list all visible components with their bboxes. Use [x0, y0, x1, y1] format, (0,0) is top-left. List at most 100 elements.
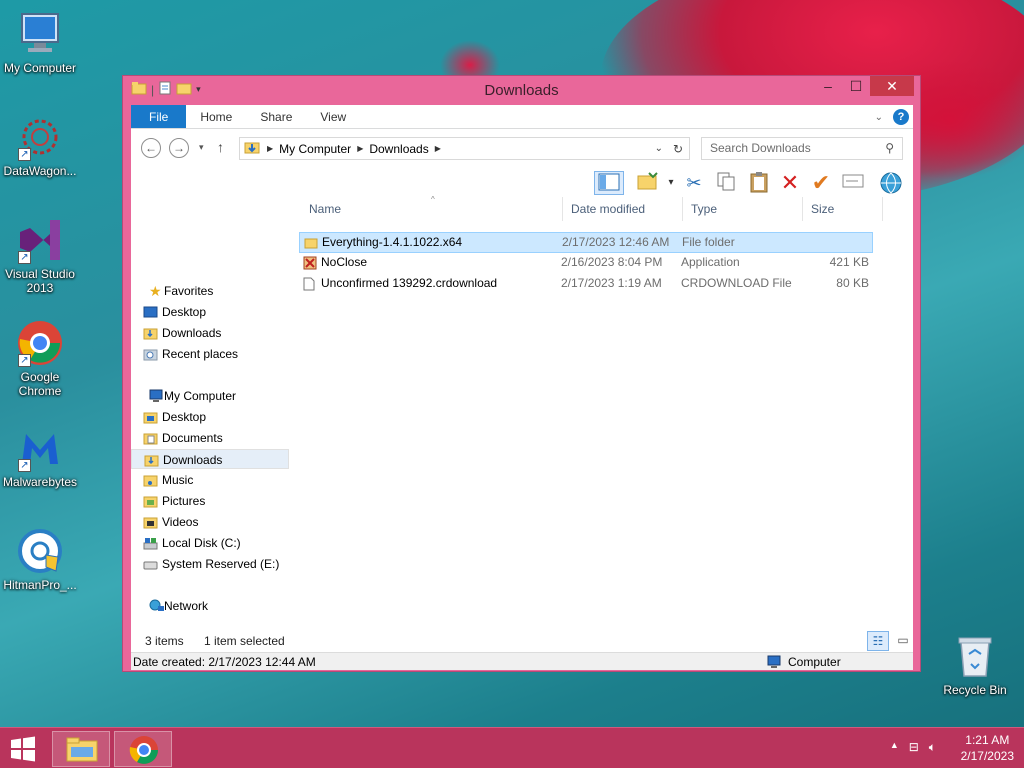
file-type: Application	[681, 255, 740, 269]
nav-item-local-disk[interactable]: Local Disk (C:)	[131, 533, 289, 553]
date-created-info: Date created: 2/17/2023 12:44 AM	[133, 655, 316, 669]
table-row[interactable]: Unconfirmed 139292.crdownload 2/17/2023 …	[299, 274, 873, 295]
search-icon: ⚲	[885, 141, 894, 155]
expand-ribbon-icon[interactable]: ⌄	[875, 112, 883, 123]
show-hidden-icons-icon[interactable]: ▲	[890, 740, 899, 755]
desktop-icon-label: HitmanPro_...	[3, 578, 77, 592]
desktop-icon-visual-studio[interactable]: ↗ Visual Studio 2013	[0, 216, 80, 295]
nav-item-documents[interactable]: Documents	[131, 428, 289, 448]
delete-icon[interactable]: ✕	[778, 171, 802, 195]
details-view-icon[interactable]: ☷	[867, 631, 889, 651]
tab-view[interactable]: View	[306, 105, 360, 128]
maximize-button[interactable]: ☐	[842, 76, 870, 96]
star-icon: ★	[149, 283, 162, 299]
window-title: Downloads	[484, 82, 559, 99]
minimize-button[interactable]: –	[814, 76, 842, 96]
rename-icon[interactable]	[841, 171, 865, 195]
windows-logo-icon	[11, 736, 35, 762]
hitmanpro-icon	[16, 527, 64, 575]
music-folder-icon	[143, 473, 158, 487]
location-info: Computer	[788, 655, 841, 669]
copy-icon[interactable]	[714, 171, 738, 195]
column-header-type[interactable]: Type	[683, 197, 803, 221]
address-bar[interactable]: ▶ My Computer ▶ Downloads ▶ ⌄ ↻	[239, 137, 690, 160]
nav-item-system-reserved[interactable]: System Reserved (E:)	[131, 554, 289, 574]
malwarebytes-icon: ↗	[16, 424, 64, 472]
title-bar[interactable]: | ▾ Downloads – ☐ ✕	[123, 76, 920, 104]
clock[interactable]: 1:21 AM 2/17/2023	[961, 732, 1014, 764]
desktop-icon-recycle-bin[interactable]: Recycle Bin	[935, 632, 1015, 697]
file-size: 421 KB	[829, 255, 869, 269]
nav-item-desktop[interactable]: Desktop	[131, 302, 289, 322]
close-button[interactable]: ✕	[870, 76, 914, 96]
desktop-icon-label: Visual Studio 2013	[5, 267, 75, 295]
details-bar: Date created: 2/17/2023 12:44 AM Compute…	[131, 652, 913, 670]
local-disk-icon	[143, 536, 158, 550]
explorer-window[interactable]: | ▾ Downloads – ☐ ✕ File Home Share View…	[122, 75, 921, 672]
search-placeholder: Search Downloads	[710, 141, 811, 155]
clock-time: 1:21 AM	[965, 733, 1010, 747]
table-row[interactable]: NoClose 2/16/2023 8:04 PM Application 42…	[299, 253, 873, 274]
nav-item-downloads[interactable]: Downloads	[131, 323, 289, 343]
desktop-icon-label: Malwarebytes	[2, 475, 78, 489]
start-button[interactable]	[10, 736, 36, 762]
status-item-count: 3 items	[145, 634, 184, 648]
breadcrumb-separator-icon[interactable]: ▶	[354, 144, 366, 153]
desktop-icon-label: Recycle Bin	[943, 683, 1007, 697]
file-icon	[303, 277, 317, 291]
folder-icon	[304, 236, 318, 249]
network-globe-icon[interactable]	[879, 171, 903, 195]
cut-icon[interactable]: ✂	[682, 171, 706, 195]
datawagon-icon: ↗	[16, 113, 64, 161]
taskbar-chrome[interactable]	[114, 731, 172, 767]
nav-item-videos[interactable]: Videos	[131, 512, 289, 532]
preview-pane-icon[interactable]	[594, 171, 624, 195]
nav-item-recent-places[interactable]: Recent places	[131, 344, 289, 364]
search-input[interactable]: Search Downloads ⚲	[701, 137, 903, 160]
large-icons-view-icon[interactable]: ▭	[893, 631, 913, 651]
address-dropdown-icon[interactable]: ⌄	[655, 143, 663, 154]
table-row[interactable]: Everything-1.4.1.1022.x64 2/17/2023 12:4…	[299, 232, 873, 253]
status-bar: 3 items 1 item selected ☷ ▭	[131, 631, 913, 653]
help-icon[interactable]: ?	[893, 109, 909, 125]
taskbar-file-explorer[interactable]	[52, 731, 110, 767]
visual-studio-icon: ↗	[16, 216, 64, 264]
desktop-icon	[143, 305, 158, 318]
desktop-icon-label: DataWagon...	[3, 164, 77, 178]
desktop-icon-chrome[interactable]: ↗ Google Chrome	[0, 319, 80, 398]
desktop-icon-label: My Computer	[3, 61, 77, 75]
nav-item-pictures[interactable]: Pictures	[131, 491, 289, 511]
taskbar: ▲ ⊟ 🔈︎ 1:21 AM 2/17/2023	[0, 727, 1024, 768]
system-tray: ▲ ⊟ 🔈︎	[890, 740, 936, 755]
nav-my-computer[interactable]: My Computer	[131, 386, 289, 406]
select-all-icon[interactable]: ✔	[809, 171, 833, 195]
dropdown-arrow-icon[interactable]: ▾	[659, 171, 683, 195]
status-selected-count: 1 item selected	[204, 634, 285, 648]
documents-folder-icon	[143, 431, 158, 445]
desktop-icon-label: Google Chrome	[18, 370, 62, 398]
nav-item-desktop[interactable]: Desktop	[131, 407, 289, 427]
breadcrumb-separator-icon[interactable]: ▶	[432, 144, 444, 153]
videos-folder-icon	[143, 515, 158, 529]
column-header-date-modified[interactable]: Date modified	[563, 197, 683, 221]
nav-favorites[interactable]: ★ Favorites	[131, 281, 289, 301]
paste-icon[interactable]	[747, 171, 771, 195]
file-name: Everything-1.4.1.1022.x64	[322, 235, 463, 249]
new-folder-icon[interactable]	[636, 171, 660, 195]
nav-network[interactable]: Network	[131, 596, 289, 616]
desktop-icon-datawagon[interactable]: ↗ DataWagon...	[0, 113, 80, 178]
desktop-icon-my-computer[interactable]: My Computer	[0, 10, 80, 75]
nav-item-music[interactable]: Music	[131, 470, 289, 490]
computer-icon	[149, 389, 164, 402]
chrome-icon	[129, 736, 158, 764]
breadcrumb-downloads[interactable]: Downloads	[366, 142, 431, 156]
network-status-icon[interactable]: ⊟	[909, 740, 919, 755]
refresh-icon[interactable]: ↻	[673, 142, 683, 156]
nav-item-downloads-selected[interactable]: Downloads	[131, 449, 289, 469]
column-header-name[interactable]: Name	[301, 197, 563, 221]
file-name: NoClose	[321, 255, 368, 269]
column-header-size[interactable]: Size	[803, 197, 883, 221]
desktop-icon-hitmanpro[interactable]: HitmanPro_...	[0, 527, 80, 592]
volume-icon[interactable]: 🔈︎	[929, 740, 936, 755]
desktop-icon-malwarebytes[interactable]: ↗ Malwarebytes	[0, 424, 80, 489]
